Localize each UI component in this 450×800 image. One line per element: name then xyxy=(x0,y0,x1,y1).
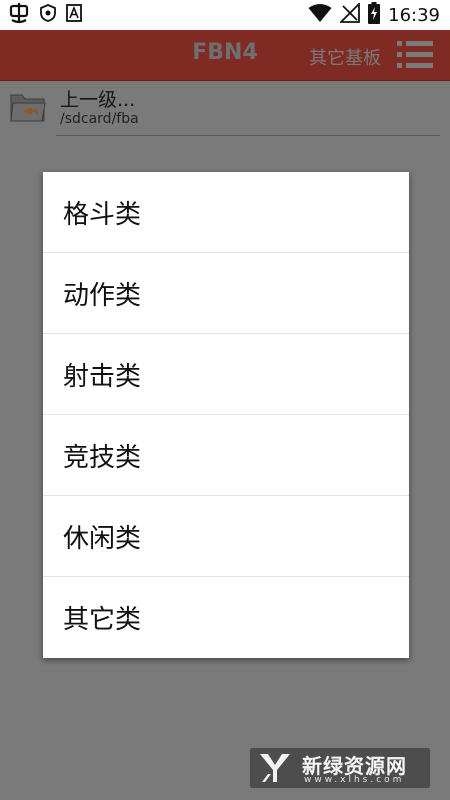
dialog-option-sports[interactable]: 竞技类 xyxy=(43,415,409,496)
battery-charging-icon xyxy=(368,2,381,28)
status-bar: 16:39 xyxy=(0,0,450,30)
category-dialog: 格斗类 动作类 射击类 竞技类 休闲类 其它类 xyxy=(43,172,409,658)
list-divider xyxy=(56,135,440,136)
dialog-option-shooting[interactable]: 射击类 xyxy=(43,334,409,415)
watermark-logo-icon xyxy=(258,752,292,784)
a-box-icon xyxy=(66,4,82,26)
list-menu-icon[interactable] xyxy=(395,38,435,72)
folder-back-icon xyxy=(10,91,46,123)
app-bar: FBN4 其它基板 xyxy=(0,30,450,81)
status-notification-icons xyxy=(8,2,82,28)
app-title: FBN4 xyxy=(192,40,258,65)
dialog-option-casual[interactable]: 休闲类 xyxy=(43,496,409,577)
shield-icon xyxy=(40,4,56,26)
file-path: /sdcard/fba xyxy=(60,111,139,127)
file-name: 上一级... xyxy=(60,89,136,111)
dialog-option-other[interactable]: 其它类 xyxy=(43,577,409,658)
status-system-icons: 16:39 xyxy=(308,1,440,28)
file-list-item-parent[interactable]: 上一级... /sdcard/fba xyxy=(0,81,450,137)
watermark: 新绿资源网 www.xlhs.com xyxy=(250,748,430,788)
dialog-option-fighting[interactable]: 格斗类 xyxy=(43,172,409,253)
bug-icon xyxy=(8,2,30,28)
signal-icon xyxy=(338,1,361,27)
watermark-url: www.xlhs.com xyxy=(304,775,405,785)
status-time: 16:39 xyxy=(388,4,440,26)
wifi-icon xyxy=(308,3,332,27)
board-menu-label[interactable]: 其它基板 xyxy=(309,44,381,70)
dialog-option-action[interactable]: 动作类 xyxy=(43,253,409,334)
